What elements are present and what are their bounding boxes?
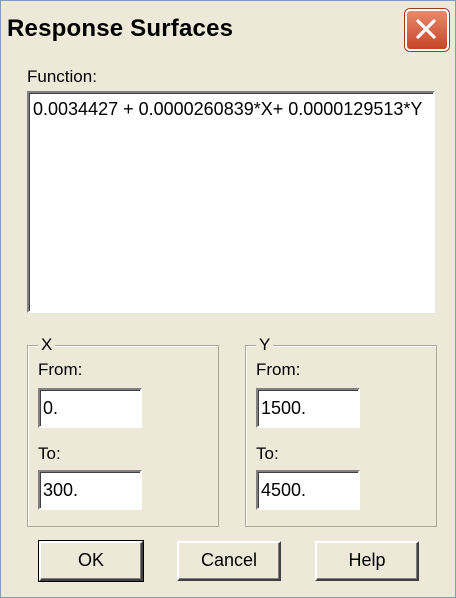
response-surfaces-dialog: Response Surfaces Function: 0.0034427 + … <box>0 0 456 598</box>
close-button[interactable] <box>405 9 449 51</box>
y-from-label: From: <box>256 360 301 379</box>
function-textarea[interactable]: 0.0034427 + 0.0000260839*X+ 0.0000129513… <box>27 91 435 313</box>
title-bar[interactable]: Response Surfaces <box>1 1 455 57</box>
x-from-input[interactable] <box>38 388 142 428</box>
y-group-legend: Y <box>256 335 274 355</box>
x-range-group: X From: To: <box>27 335 219 527</box>
y-range-group: Y From: To: <box>245 335 437 527</box>
x-from-label: From: <box>38 360 83 379</box>
ok-button[interactable]: OK <box>38 540 144 582</box>
x-group-legend: X <box>38 335 56 355</box>
y-from-input[interactable] <box>256 388 360 428</box>
cancel-button[interactable]: Cancel <box>177 541 281 581</box>
x-to-input[interactable] <box>38 470 142 510</box>
dialog-title: Response Surfaces <box>7 15 234 42</box>
y-to-input[interactable] <box>256 470 360 510</box>
close-icon <box>416 19 436 39</box>
help-button[interactable]: Help <box>315 541 419 581</box>
y-to-label: To: <box>256 444 279 463</box>
function-label: Function: <box>27 67 97 86</box>
x-to-label: To: <box>38 444 61 463</box>
